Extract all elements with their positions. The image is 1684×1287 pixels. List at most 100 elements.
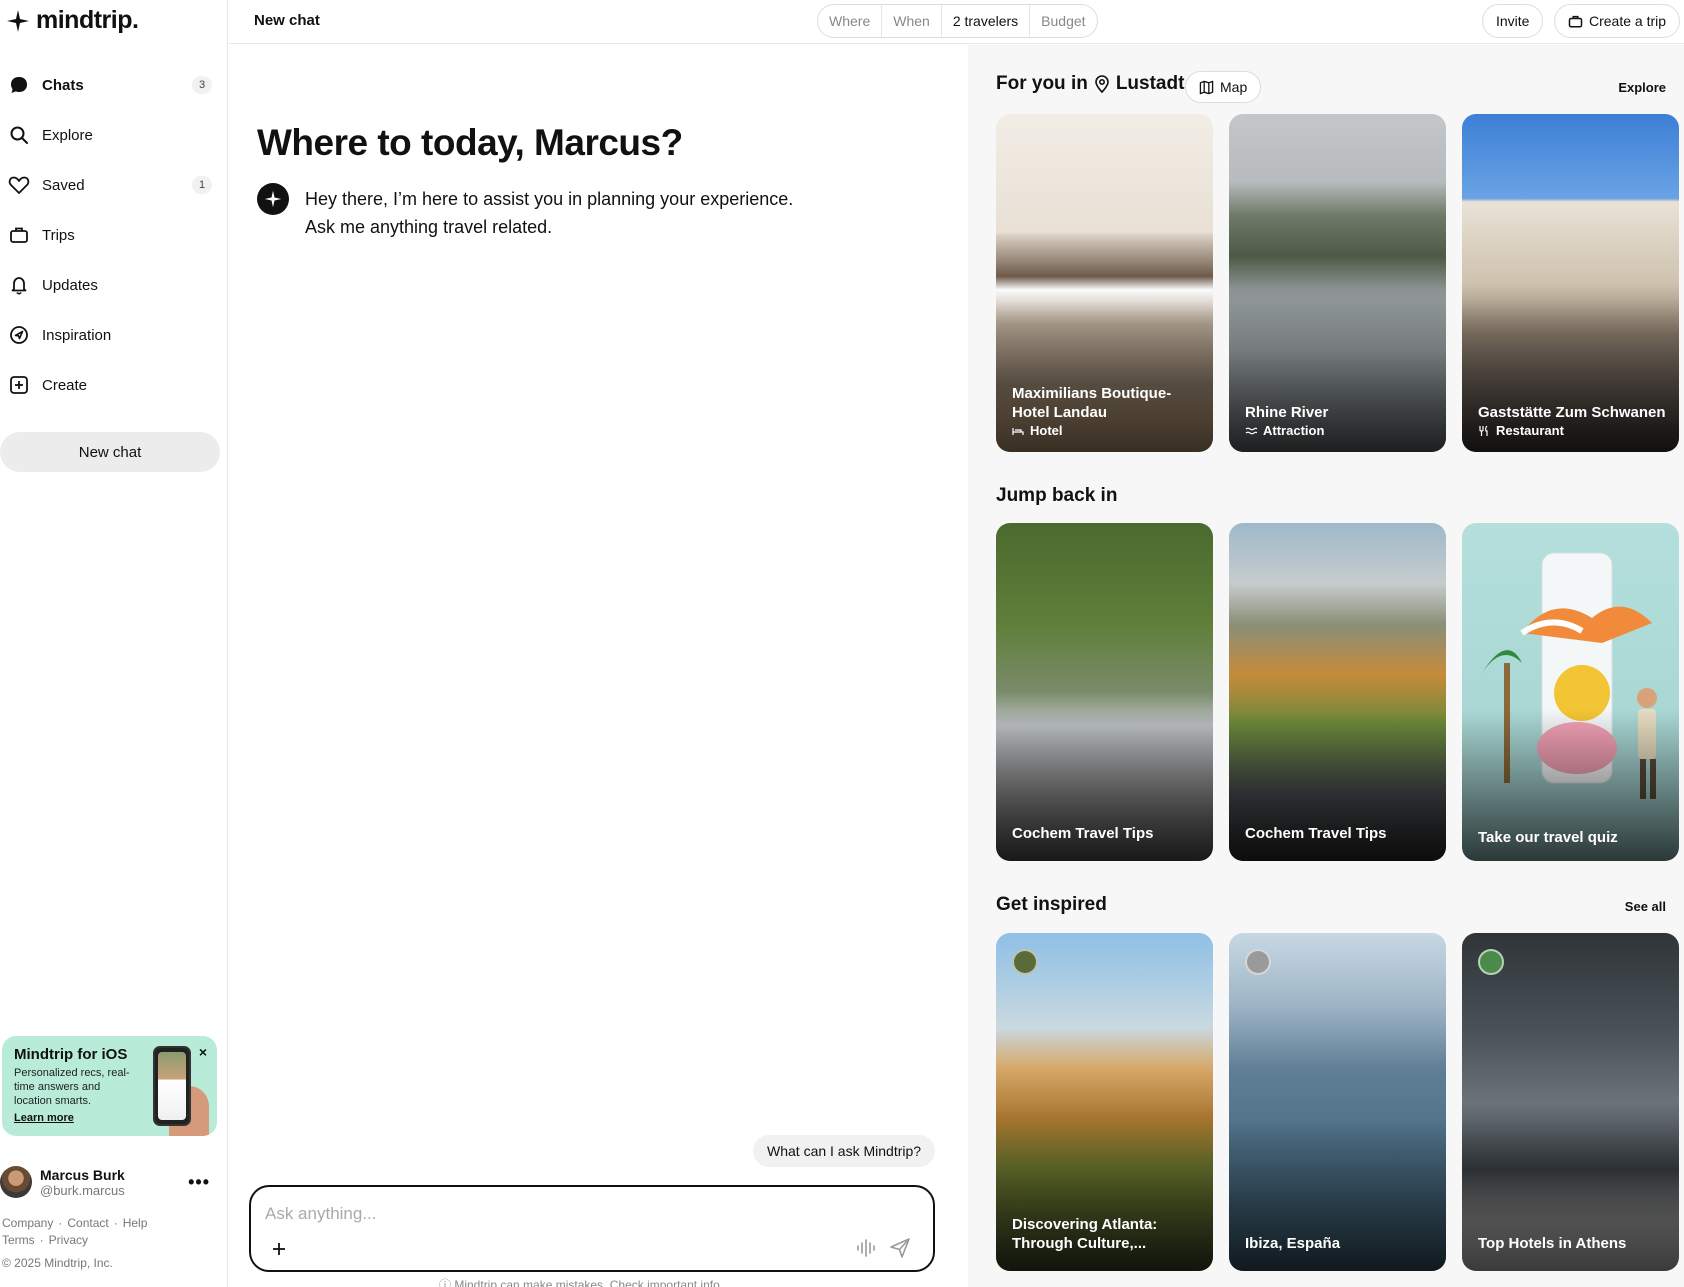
guide-card[interactable]: Top Hotels in Athens xyxy=(1462,933,1679,1271)
bell-icon xyxy=(8,274,30,296)
location-pin-icon xyxy=(1095,75,1109,93)
user-name: Marcus Burk xyxy=(40,1166,125,1183)
plus-square-icon xyxy=(8,374,30,396)
card-type-label: Attraction xyxy=(1263,423,1325,438)
separator-dot: · xyxy=(58,1216,63,1230)
card-type-label: Restaurant xyxy=(1496,423,1564,438)
compass-icon xyxy=(8,324,30,346)
explore-link[interactable]: Explore xyxy=(1618,80,1666,95)
close-icon[interactable]: × xyxy=(199,1044,207,1060)
author-avatar xyxy=(1012,949,1038,975)
filter-where[interactable]: Where xyxy=(818,5,883,37)
count-badge: 3 xyxy=(192,76,212,94)
assistant-message-line: Ask me anything travel related. xyxy=(305,217,553,237)
guide-card[interactable]: Discovering Atlanta: Through Culture,... xyxy=(996,933,1213,1271)
bed-icon xyxy=(1012,427,1024,435)
phone-illustration xyxy=(153,1046,191,1126)
sidebar-item-chats[interactable]: Chats 3 xyxy=(0,60,228,110)
invite-label: Invite xyxy=(1496,13,1530,29)
suitcase-icon xyxy=(8,224,30,246)
help-link[interactable]: Help xyxy=(123,1216,148,1230)
card-title: Rhine River xyxy=(1245,404,1329,421)
place-card-hotel[interactable]: Maximilians Boutique-Hotel Landau Hotel xyxy=(996,114,1213,452)
for-you-prefix: For you in xyxy=(996,73,1088,94)
more-options-icon[interactable]: ••• xyxy=(188,1172,210,1193)
terms-link[interactable]: Terms xyxy=(2,1233,35,1247)
sidebar-item-saved[interactable]: Saved 1 xyxy=(0,160,228,210)
get-inspired-heading: Get inspired xyxy=(996,894,1107,915)
sidebar-item-create[interactable]: Create xyxy=(0,360,228,410)
card-type: Attraction xyxy=(1245,423,1324,438)
logo[interactable]: mindtrip. xyxy=(6,6,139,35)
assistant-message: Hey there, I’m here to assist you in pla… xyxy=(305,185,793,241)
send-icon[interactable] xyxy=(889,1237,913,1261)
sidebar-item-trips[interactable]: Trips xyxy=(0,210,228,260)
add-attachment-icon[interactable] xyxy=(267,1237,291,1261)
place-card-attraction[interactable]: Rhine River Attraction xyxy=(1229,114,1446,452)
invite-button[interactable]: Invite xyxy=(1482,4,1544,38)
sparkle-logo-icon xyxy=(7,9,29,32)
sidebar-item-updates[interactable]: Updates xyxy=(0,260,228,310)
assistant-avatar-icon xyxy=(257,183,289,215)
chat-input[interactable] xyxy=(265,1201,865,1227)
sidebar-nav: Chats 3 Explore Saved 1 Trips Updates In… xyxy=(0,60,228,410)
card-type-label: Hotel xyxy=(1030,423,1063,438)
card-type: Hotel xyxy=(1012,423,1063,438)
travel-quiz-card[interactable]: Take our travel quiz xyxy=(1462,523,1679,861)
separator-dot: · xyxy=(39,1233,44,1247)
privacy-link[interactable]: Privacy xyxy=(49,1233,88,1247)
card-title: Cochem Travel Tips xyxy=(1245,825,1387,842)
location-name[interactable]: Lustadt xyxy=(1116,73,1185,95)
contact-link[interactable]: Contact xyxy=(67,1216,108,1230)
sidebar-item-label: Saved xyxy=(42,176,85,194)
learn-more-link[interactable]: Learn more xyxy=(14,1112,74,1124)
suggestion-chip[interactable]: What can I ask Mindtrip? xyxy=(753,1135,936,1167)
waves-icon xyxy=(1245,427,1257,434)
jump-back-heading: Jump back in xyxy=(996,485,1118,506)
author-avatar xyxy=(1478,949,1504,975)
chat-card[interactable]: Cochem Travel Tips xyxy=(996,523,1213,861)
user-profile[interactable]: Marcus Burk @burk.marcus ••• xyxy=(0,1160,220,1204)
guide-card[interactable]: Ibiza, España xyxy=(1229,933,1446,1271)
disclaimer-text: Mindtrip can make mistakes. Check import… xyxy=(454,1278,724,1287)
place-card-restaurant[interactable]: Gaststätte Zum Schwanen Restaurant xyxy=(1462,114,1679,452)
see-all-link[interactable]: See all xyxy=(1625,899,1666,914)
chat-area: Where to today, Marcus? Hey there, I’m h… xyxy=(229,45,969,1287)
chat-bubble-icon xyxy=(8,74,30,96)
separator-dot: · xyxy=(113,1216,118,1230)
discovery-panel: For you in Lustadt Map Explore Maximilia… xyxy=(968,45,1684,1287)
footer-links: Company · Contact · Help Terms · Privacy xyxy=(2,1215,147,1249)
card-title: Top Hotels in Athens xyxy=(1478,1235,1627,1252)
card-type: Restaurant xyxy=(1478,423,1564,438)
sidebar-item-label: Explore xyxy=(42,126,93,144)
map-button[interactable]: Map xyxy=(1185,71,1262,103)
voice-input-icon[interactable] xyxy=(855,1237,879,1261)
card-title: Gaststätte Zum Schwanen xyxy=(1478,404,1666,421)
logo-text: mindtrip. xyxy=(36,6,139,34)
filter-budget[interactable]: Budget xyxy=(1030,5,1096,37)
user-handle: @burk.marcus xyxy=(40,1182,125,1198)
ios-promo-description: Personalized recs, real-time answers and… xyxy=(14,1067,130,1107)
filter-when[interactable]: When xyxy=(882,5,942,37)
company-link[interactable]: Company xyxy=(2,1216,53,1230)
new-chat-button[interactable]: New chat xyxy=(0,432,220,472)
avatar xyxy=(0,1166,32,1198)
sidebar-item-label: Trips xyxy=(42,226,75,244)
map-label: Map xyxy=(1220,79,1248,95)
card-title: Cochem Travel Tips xyxy=(1012,825,1154,842)
greeting-heading: Where to today, Marcus? xyxy=(257,122,683,163)
sidebar-item-label: Chats xyxy=(42,76,84,94)
utensils-icon xyxy=(1479,425,1488,436)
sidebar-item-explore[interactable]: Explore xyxy=(0,110,228,160)
card-title: Ibiza, España xyxy=(1245,1235,1341,1252)
filter-travelers[interactable]: 2 travelers xyxy=(942,5,1031,37)
chat-composer xyxy=(249,1185,935,1272)
card-title: Take our travel quiz xyxy=(1478,829,1618,846)
create-trip-button[interactable]: Create a trip xyxy=(1554,4,1681,38)
sidebar-item-label: Inspiration xyxy=(42,326,112,344)
for-you-heading: For you in Lustadt xyxy=(996,73,1184,95)
sidebar-item-inspiration[interactable]: Inspiration xyxy=(0,310,228,360)
author-avatar xyxy=(1245,949,1271,975)
search-icon xyxy=(8,124,30,146)
chat-card[interactable]: Cochem Travel Tips xyxy=(1229,523,1446,861)
